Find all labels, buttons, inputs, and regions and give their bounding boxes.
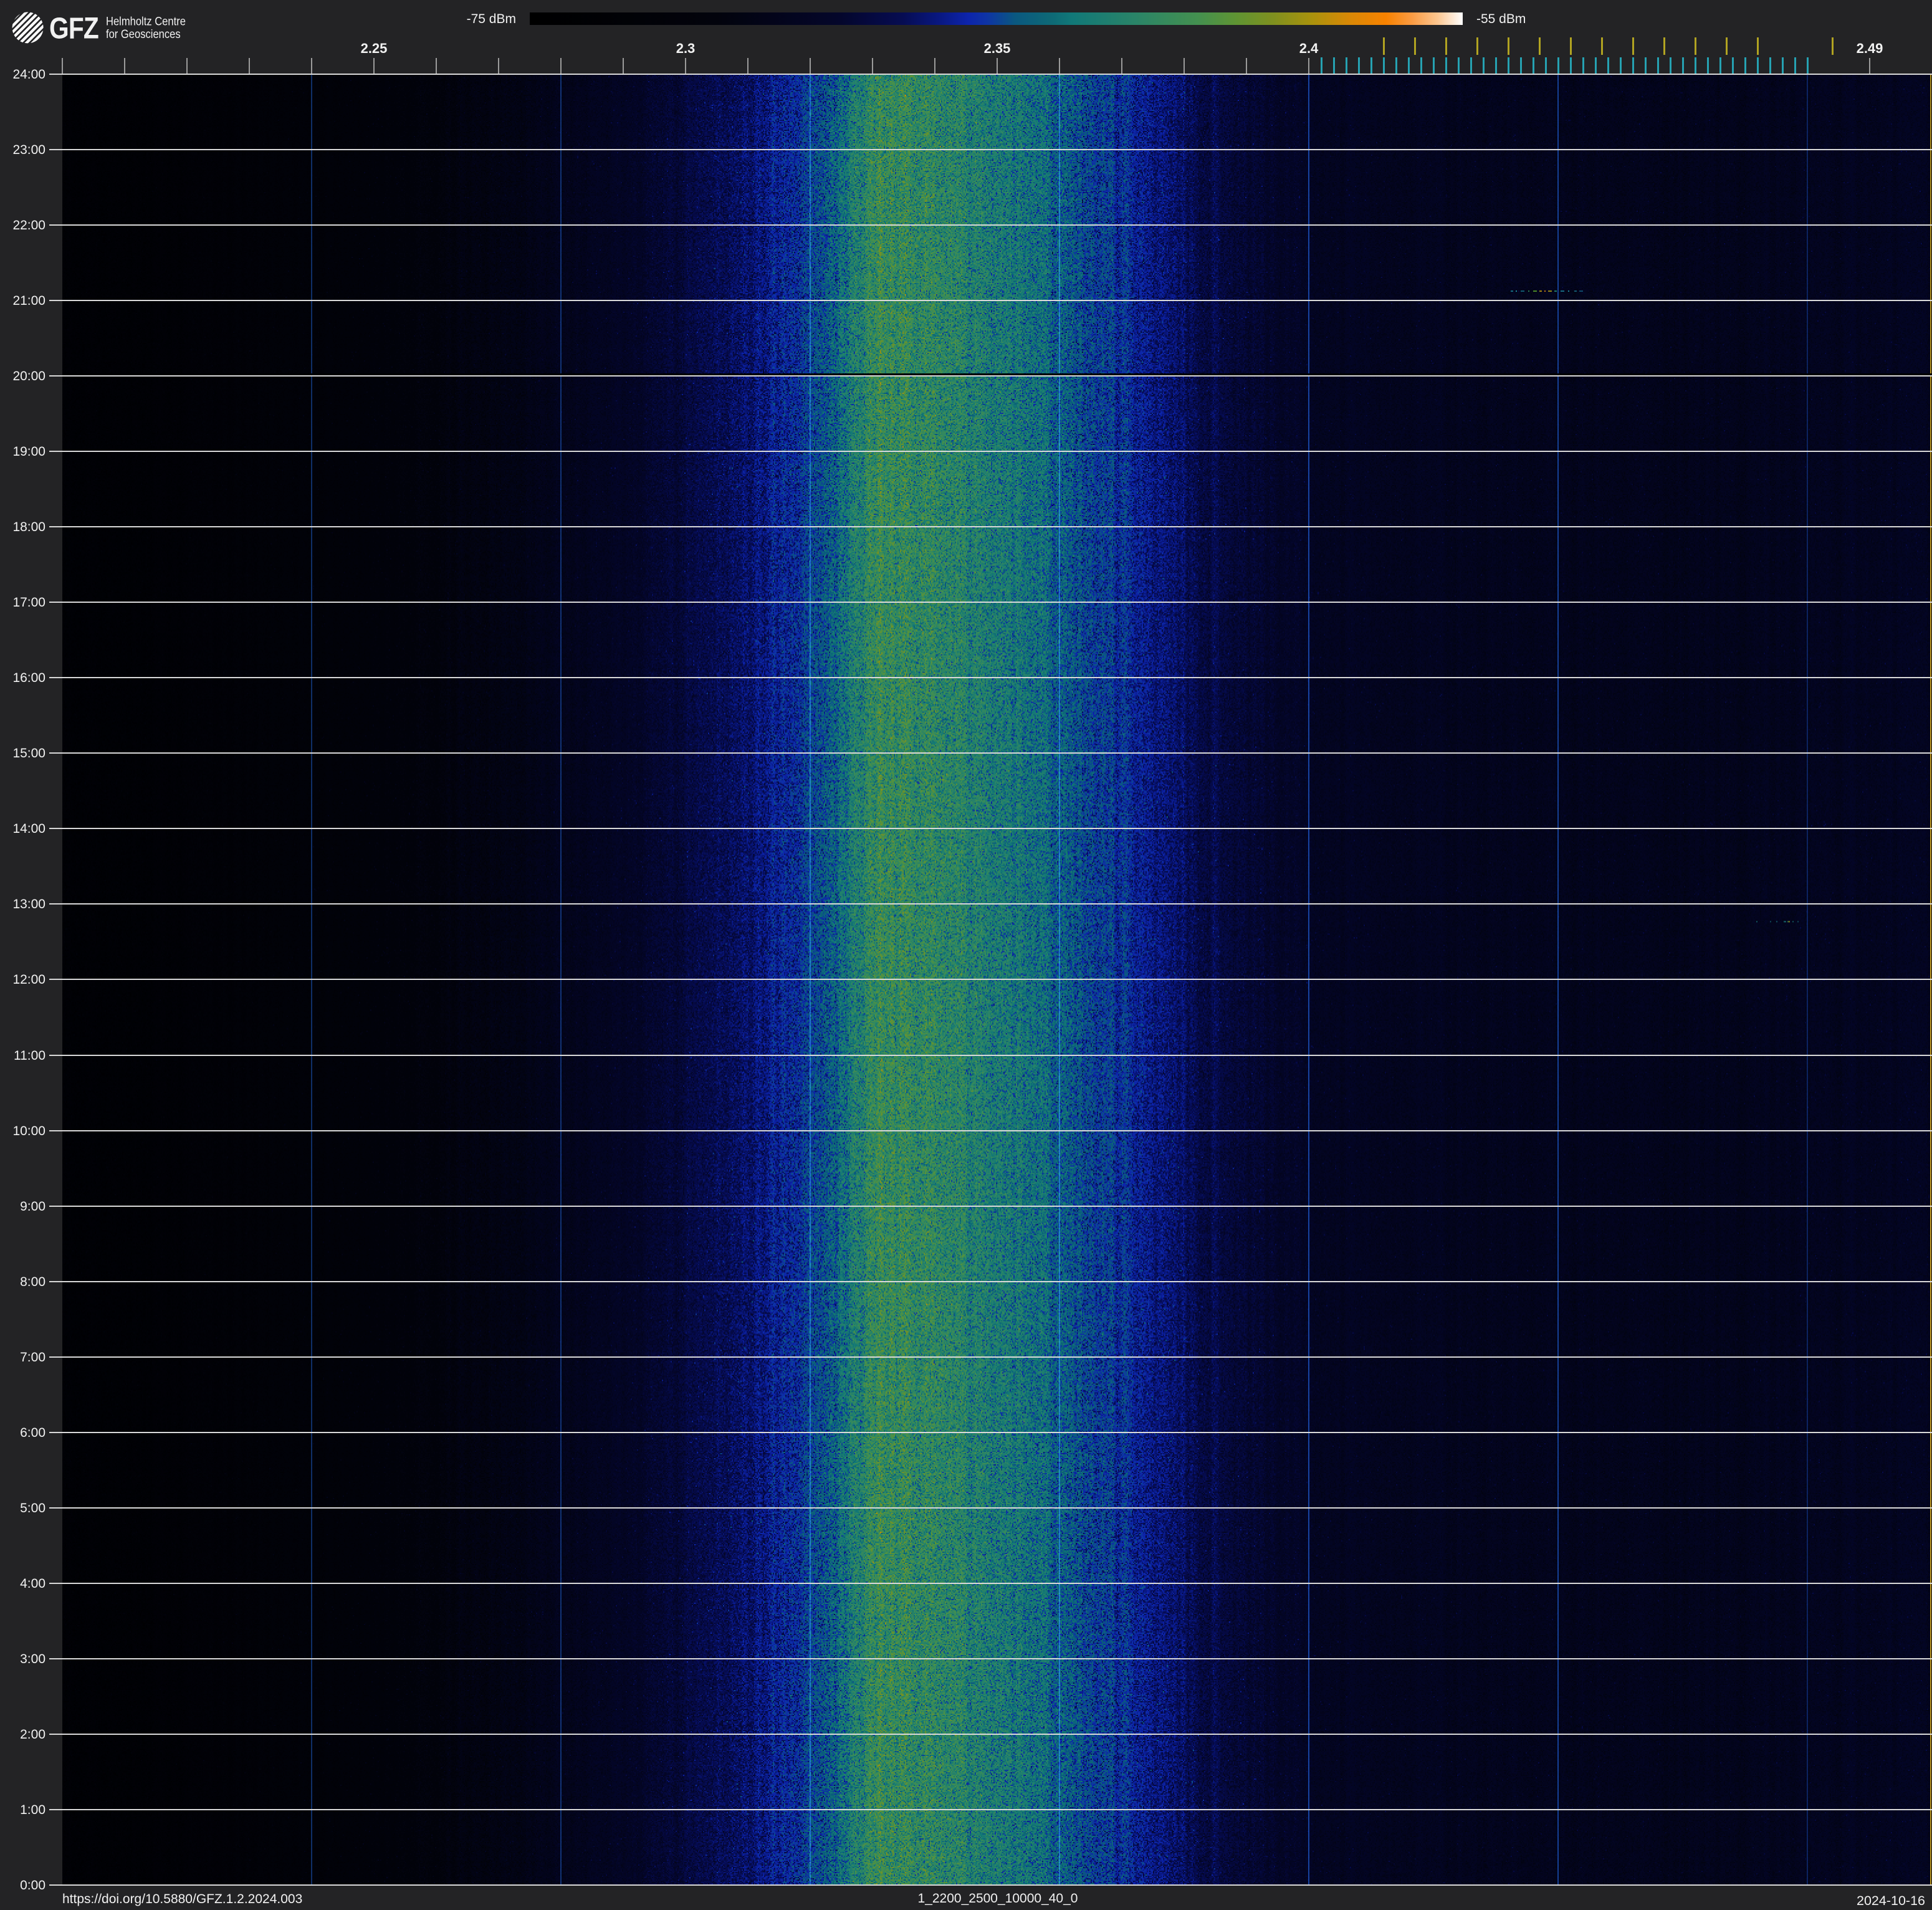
svg-text:9:00: 9:00 — [20, 1199, 45, 1214]
svg-text:8:00: 8:00 — [20, 1275, 45, 1289]
svg-text:11:00: 11:00 — [14, 1049, 45, 1063]
svg-text:2.4: 2.4 — [1299, 41, 1319, 56]
svg-text:https://doi.org/10.5880/GFZ.1.: https://doi.org/10.5880/GFZ.1.2.2024.003 — [62, 1892, 302, 1906]
svg-text:24:00: 24:00 — [12, 67, 45, 82]
svg-text:12:00: 12:00 — [12, 972, 45, 987]
svg-text:10:00: 10:00 — [12, 1124, 45, 1138]
svg-text:2.35: 2.35 — [984, 41, 1011, 56]
svg-text:2.3: 2.3 — [676, 41, 696, 56]
svg-text:23:00: 23:00 — [12, 143, 45, 157]
svg-text:GFZ: GFZ — [49, 11, 98, 45]
svg-text:3:00: 3:00 — [20, 1652, 45, 1666]
svg-text:5:00: 5:00 — [20, 1501, 45, 1515]
svg-text:2024-10-16: 2024-10-16 — [1857, 1893, 1925, 1908]
svg-text:21:00: 21:00 — [12, 294, 45, 308]
svg-text:1_2200_2500_10000_40_0: 1_2200_2500_10000_40_0 — [918, 1891, 1078, 1906]
svg-text:Helmholtz Centre: Helmholtz Centre — [106, 14, 186, 28]
svg-text:16:00: 16:00 — [12, 671, 45, 685]
svg-text:4:00: 4:00 — [20, 1576, 45, 1591]
svg-text:for Geosciences: for Geosciences — [106, 27, 181, 41]
svg-text:7:00: 7:00 — [20, 1350, 45, 1365]
svg-text:19:00: 19:00 — [12, 444, 45, 459]
svg-text:-75 dBm: -75 dBm — [467, 12, 516, 26]
svg-text:13:00: 13:00 — [12, 897, 45, 911]
svg-text:6:00: 6:00 — [20, 1426, 45, 1440]
svg-text:17:00: 17:00 — [12, 595, 45, 610]
svg-text:2.25: 2.25 — [361, 41, 388, 56]
svg-text:18:00: 18:00 — [12, 520, 45, 534]
svg-text:22:00: 22:00 — [12, 218, 45, 233]
svg-text:1:00: 1:00 — [20, 1803, 45, 1817]
svg-text:2.49: 2.49 — [1857, 41, 1883, 56]
svg-text:0:00: 0:00 — [20, 1878, 45, 1893]
svg-text:20:00: 20:00 — [12, 369, 45, 383]
svg-text:-55 dBm: -55 dBm — [1476, 12, 1526, 26]
svg-text:2:00: 2:00 — [20, 1727, 45, 1742]
svg-text:15:00: 15:00 — [12, 746, 45, 761]
svg-text:14:00: 14:00 — [12, 822, 45, 836]
